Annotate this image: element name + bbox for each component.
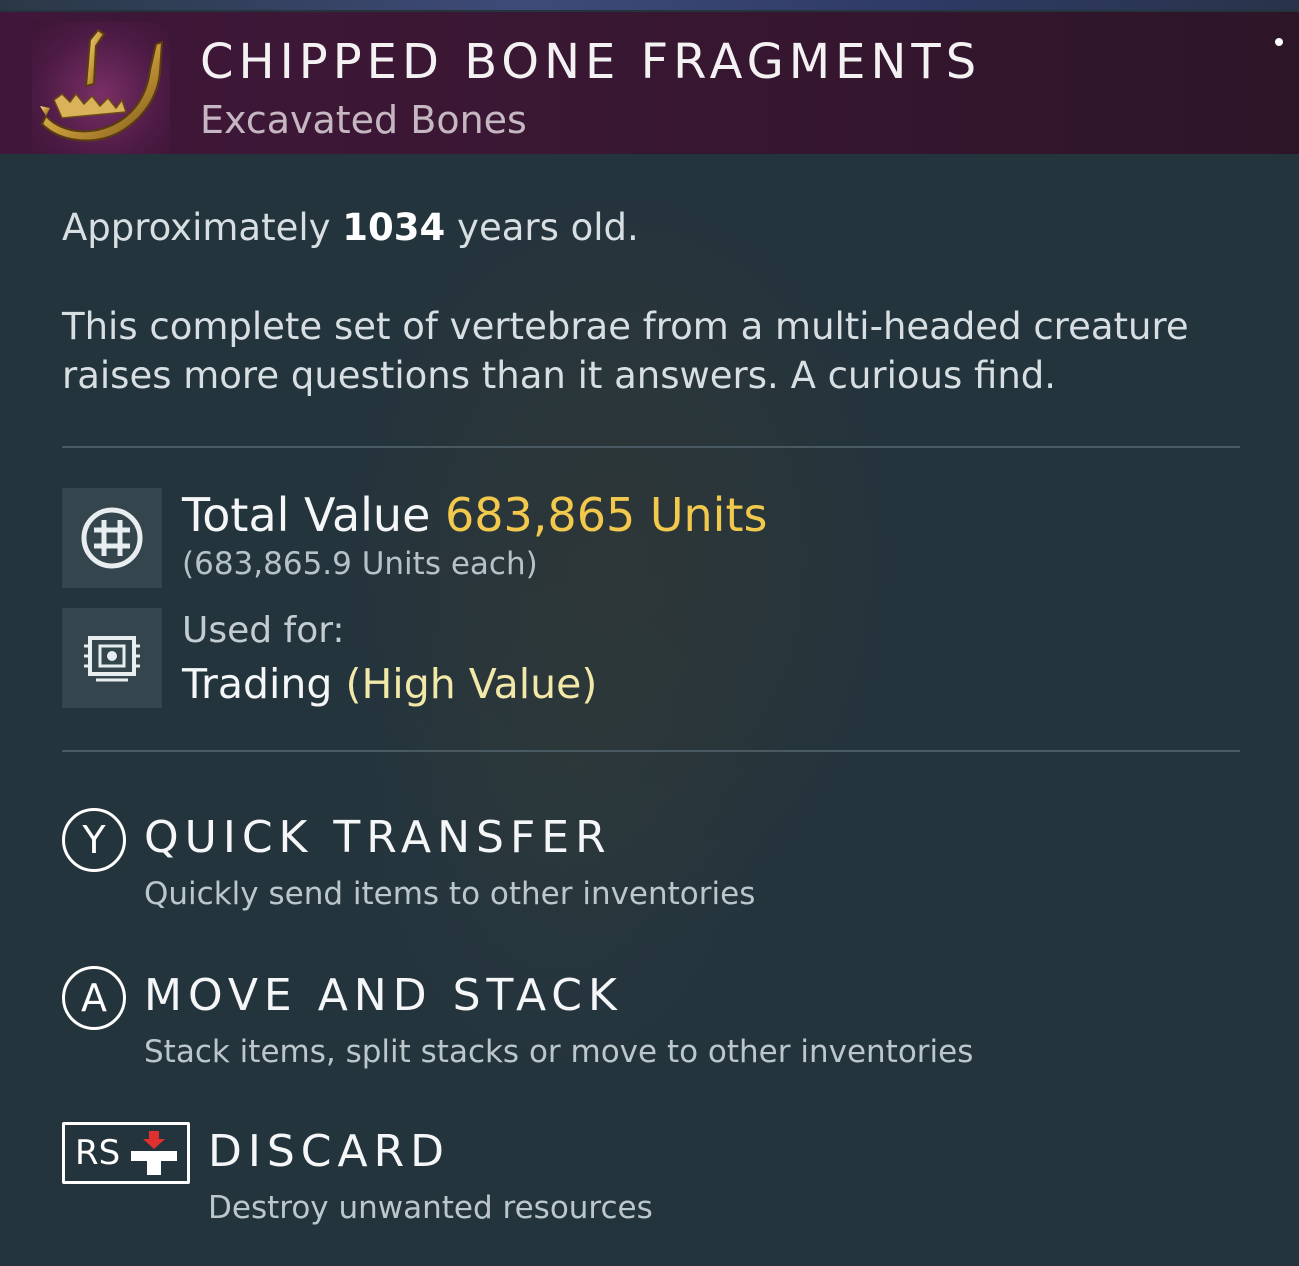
item-description: This complete set of vertebrae from a mu…	[62, 305, 1189, 397]
trade-chip-icon	[62, 608, 162, 708]
move-and-stack-action[interactable]: A MOVE AND STACK Stack items, split stac…	[62, 966, 1162, 1076]
total-value-amount: 683,865 Units	[445, 488, 768, 542]
item-category: Excavated Bones	[200, 98, 527, 142]
item-age: Approximately 1034 years old.	[62, 206, 639, 249]
used-for-label: Used for:	[182, 610, 345, 651]
age-prefix: Approximately	[62, 206, 331, 249]
divider	[62, 750, 1240, 752]
rs-button-icon: RS	[62, 1122, 190, 1184]
bone-jaw-icon	[32, 22, 170, 154]
units-currency-icon	[62, 488, 162, 588]
discard-title: DISCARD	[208, 1126, 451, 1177]
usage-qualifier: (High Value)	[345, 660, 598, 708]
total-value-label: Total Value	[182, 488, 431, 542]
quick-transfer-action[interactable]: Y QUICK TRANSFER Quickly send items to o…	[62, 808, 1162, 918]
quick-transfer-desc: Quickly send items to other inventories	[144, 876, 756, 912]
item-title: CHIPPED BONE FRAGMENTS	[200, 34, 982, 90]
total-value: Total Value 683,865 Units	[182, 488, 767, 542]
item-detail-panel: CHIPPED BONE FRAGMENTS Excavated Bones A…	[0, 0, 1299, 1266]
usage-name: Trading	[182, 660, 333, 708]
age-value: 1034	[342, 206, 446, 249]
top-edge-strip	[0, 0, 1299, 10]
age-suffix: years old.	[457, 206, 639, 249]
discard-action[interactable]: RS DISCARD Destroy unwanted resources	[62, 1122, 1162, 1232]
quick-transfer-title: QUICK TRANSFER	[144, 812, 612, 863]
corner-indicator-dot	[1275, 38, 1283, 46]
a-button-icon: A	[62, 966, 126, 1030]
unit-value-each: (683,865.9 Units each)	[182, 546, 538, 582]
divider	[62, 446, 1240, 448]
discard-desc: Destroy unwanted resources	[208, 1190, 653, 1226]
y-button-icon: Y	[62, 808, 126, 872]
move-and-stack-title: MOVE AND STACK	[144, 970, 623, 1021]
move-and-stack-desc: Stack items, split stacks or move to oth…	[144, 1034, 974, 1070]
used-for-value: Trading (High Value)	[182, 660, 597, 708]
